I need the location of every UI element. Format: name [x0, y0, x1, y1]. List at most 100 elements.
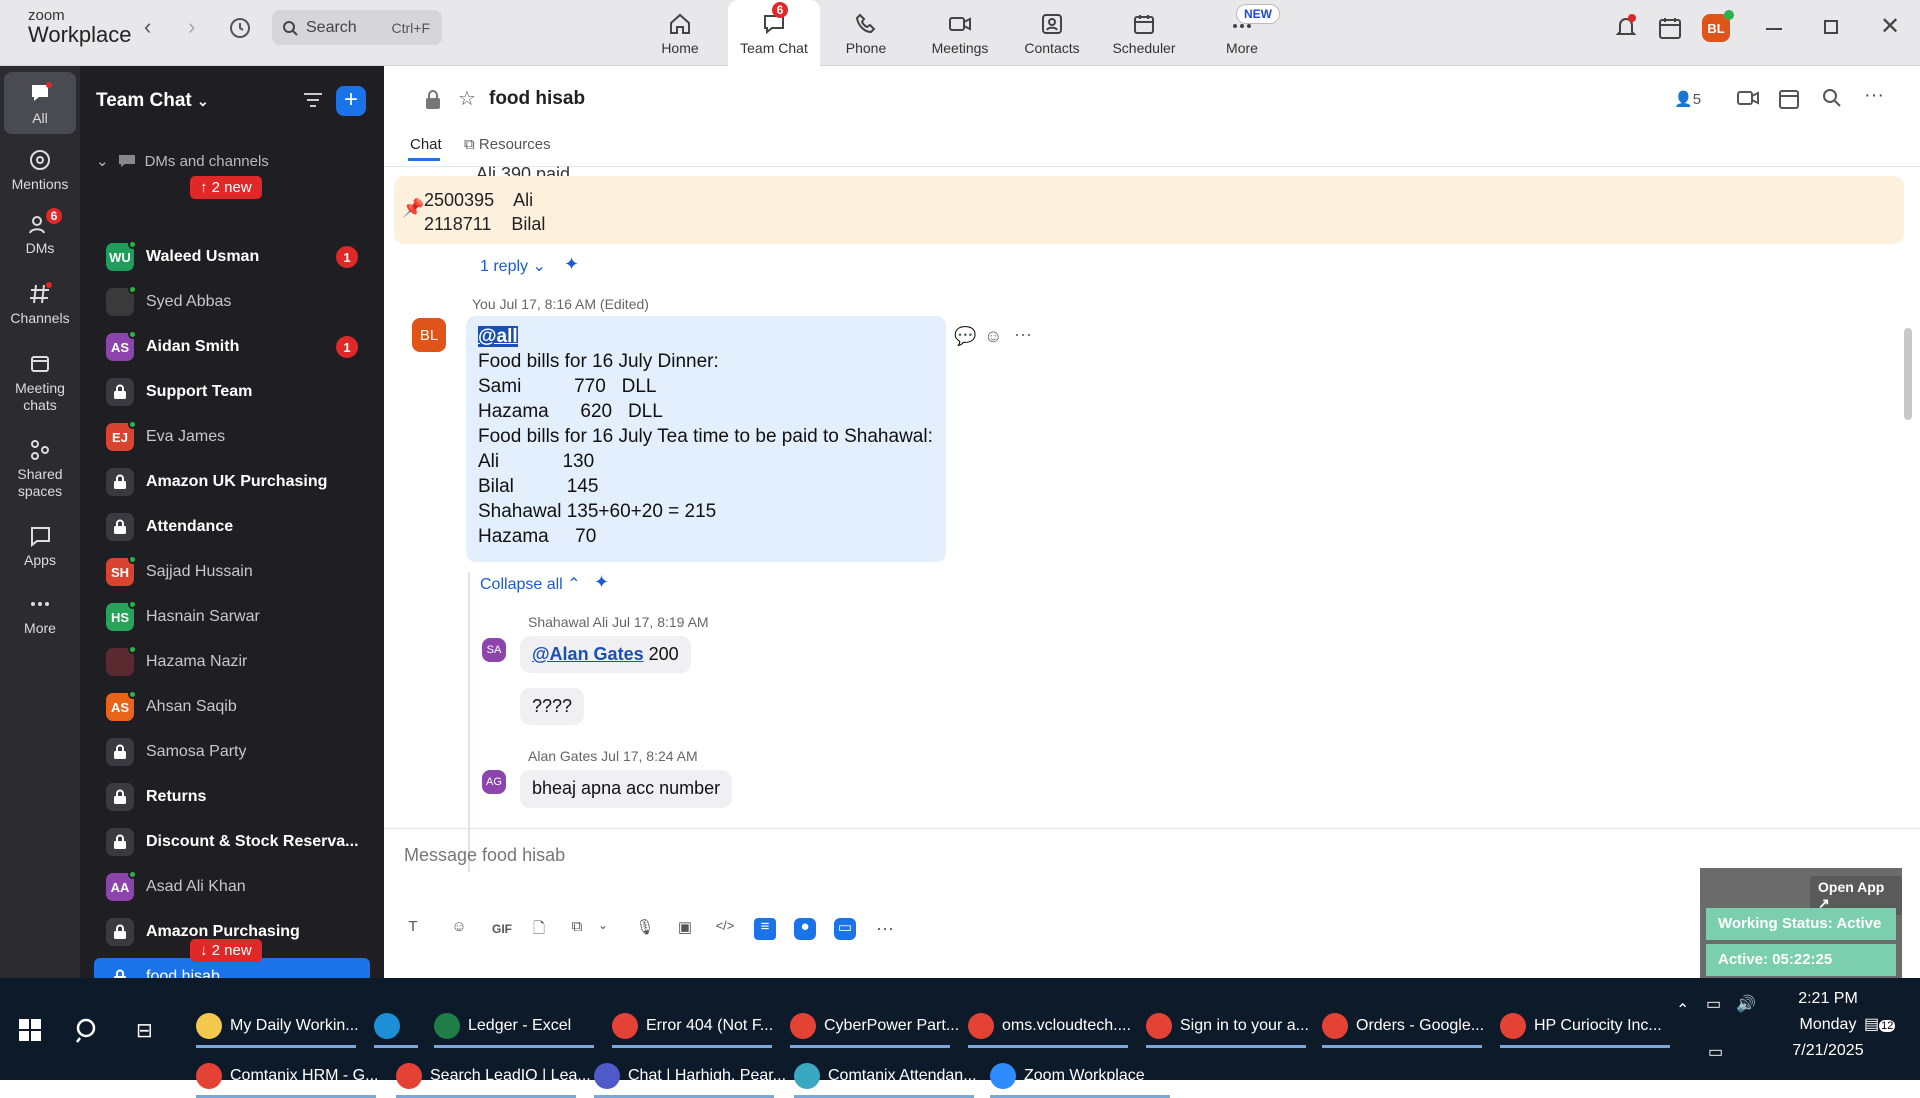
pinned-message[interactable]: 📌 2500395 Ali 2118711 Bilal [394, 176, 1904, 244]
search-input[interactable]: Search Ctrl+F [272, 10, 442, 45]
sidebar-item[interactable]: WU Waleed Usman 1 [94, 238, 370, 276]
sidebar-item[interactable]: AS Ahsan Saqib [94, 688, 370, 726]
rail-apps[interactable]: Apps [4, 524, 76, 568]
taskbar-app[interactable] [374, 1004, 418, 1048]
sidebar-item[interactable]: AS Aidan Smith 1 [94, 328, 370, 366]
forward-arrow-icon[interactable]: › [188, 14, 195, 40]
more-options-icon[interactable]: ··· [1864, 84, 1884, 107]
sidebar-item[interactable]: Discount & Stock Reserva... [94, 823, 370, 861]
sidebar-item[interactable]: Samosa Party [94, 733, 370, 771]
calendar-icon[interactable] [1778, 88, 1800, 115]
new-chat-button[interactable]: + [336, 86, 366, 116]
taskbar-app[interactable]: Comtanix Attendan... [794, 1054, 977, 1098]
star-icon[interactable]: ☆ [458, 86, 476, 111]
tab-team-chat[interactable]: Team Chat 6 [728, 0, 820, 66]
microphone-icon[interactable]: 🎙 [634, 918, 656, 940]
windows-start-icon[interactable] [18, 1018, 42, 1047]
message-more-icon[interactable]: ··· [1014, 324, 1032, 345]
filter-icon[interactable] [302, 90, 324, 115]
video-message-icon[interactable]: ▣ [674, 918, 696, 940]
taskbar-app[interactable]: Error 404 (Not F... [612, 1004, 773, 1048]
tab-contacts[interactable]: Contacts [1006, 0, 1098, 66]
sidebar-item[interactable]: Hazama Nazir [94, 643, 370, 681]
reply-avatar[interactable]: AG [482, 770, 506, 794]
taskbar-app[interactable]: Sign in to your a... [1146, 1004, 1309, 1048]
chevron-down-icon[interactable]: ⌄ [592, 918, 614, 940]
chevron-up-icon[interactable]: ⌃ [1676, 1000, 1689, 1020]
code-icon[interactable]: </> [714, 918, 736, 940]
reply-bubble[interactable]: @Alan Gates 200 [520, 636, 691, 673]
new-messages-down-pill[interactable]: ↓ 2 new [190, 939, 262, 962]
section-header[interactable]: ⌄ DMs and channels [96, 152, 269, 171]
sidebar-item[interactable]: Returns [94, 778, 370, 816]
screenshot-icon[interactable]: ⧉ [566, 918, 588, 940]
sparkle-icon[interactable]: ✦ [564, 254, 579, 275]
rail-mentions[interactable]: Mentions [4, 148, 76, 192]
reply-bubble[interactable]: ???? [520, 688, 585, 725]
rail-meeting-chats[interactable]: Meeting chats [4, 352, 76, 414]
message-avatar[interactable]: BL [412, 318, 446, 352]
app-icon[interactable]: ≡ [754, 918, 776, 940]
taskbar-app[interactable]: HP Curiocity Inc... [1500, 1004, 1670, 1048]
tab-home[interactable]: Home [634, 0, 726, 66]
battery-icon[interactable]: ▭ [1706, 994, 1721, 1014]
close-icon[interactable]: ✕ [1880, 12, 1900, 41]
tab-more[interactable]: More NEW [1196, 0, 1288, 66]
members-button[interactable]: 👤5 [1674, 90, 1701, 108]
taskbar-app[interactable]: Ledger - Excel [434, 1004, 594, 1048]
tab-chat[interactable]: Chat [410, 136, 442, 153]
rail-shared-spaces[interactable]: Shared spaces [4, 438, 76, 500]
tab-phone[interactable]: Phone [820, 0, 912, 66]
sidebar-item[interactable]: AA Asad Ali Khan [94, 868, 370, 906]
rail-dms[interactable]: DMs 6 [4, 208, 76, 256]
tab-meetings[interactable]: Meetings [914, 0, 1006, 66]
emoji-icon[interactable]: ☺ [448, 918, 470, 940]
rail-all[interactable]: All [4, 72, 76, 134]
task-view-icon[interactable]: ⊟ [136, 1018, 153, 1043]
working-status-button[interactable]: Working Status: Active [1706, 908, 1896, 940]
sidebar-item[interactable]: Support Team [94, 373, 370, 411]
more-tools-icon[interactable]: ··· [874, 918, 896, 940]
sidebar-item[interactable]: Amazon UK Purchasing [94, 463, 370, 501]
text-format-icon[interactable]: T [402, 918, 424, 940]
app-icon[interactable]: ● [794, 918, 816, 940]
mention-all[interactable]: @all [478, 326, 518, 347]
taskbar-app[interactable]: oms.vcloudtech.... [968, 1004, 1131, 1048]
reply-avatar[interactable]: SA [482, 638, 506, 662]
history-icon[interactable] [228, 16, 252, 46]
gif-icon[interactable]: GIF [488, 918, 516, 940]
file-icon[interactable]: 🗋 [528, 918, 550, 940]
bell-icon[interactable] [1614, 14, 1638, 45]
message-input[interactable]: Message food hisab [404, 845, 565, 866]
taskbar-app[interactable]: Comtanix HRM - G... [196, 1054, 378, 1098]
network-icon[interactable]: ▭ [1708, 1042, 1723, 1062]
new-messages-up-pill[interactable]: ↑ 2 new [190, 176, 262, 199]
taskbar-app[interactable]: Zoom Workplace [990, 1054, 1170, 1098]
emoji-reaction-icon[interactable]: ☺ [984, 326, 1002, 347]
message-bubble[interactable]: @all Food bills for 16 July Dinner: Sami… [466, 316, 946, 562]
taskbar-app[interactable]: Search LeadIQ | Lea... [396, 1054, 591, 1098]
sparkle-icon[interactable]: ✦ [594, 572, 609, 593]
taskbar-app[interactable]: My Daily Workin... [196, 1004, 359, 1048]
sidebar-item[interactable]: HS Hasnain Sarwar [94, 598, 370, 636]
rail-more[interactable]: More [4, 592, 76, 636]
reply-thread-link[interactable]: 1 reply ⌄ [480, 256, 546, 276]
tab-resources[interactable]: ⧉ Resources [464, 136, 551, 153]
app-icon[interactable]: ▭ [834, 918, 856, 940]
tab-scheduler[interactable]: Scheduler [1098, 0, 1190, 66]
sidebar-item[interactable]: SH Sajjad Hussain [94, 553, 370, 591]
rail-channels[interactable]: Channels [4, 282, 76, 326]
notification-icon[interactable]: ▤ 12 [1864, 1014, 1896, 1034]
scrollbar-thumb[interactable] [1904, 328, 1912, 420]
back-arrow-icon[interactable]: ‹ [144, 14, 151, 40]
reply-icon[interactable]: 💬 [954, 326, 976, 347]
volume-icon[interactable]: 🔊 [1736, 994, 1756, 1014]
mention-user[interactable]: @Alan Gates [532, 644, 644, 664]
taskbar-app[interactable]: Chat | Harhigh, Pear... [594, 1054, 786, 1098]
reply-bubble[interactable]: bheaj apna acc number [520, 770, 733, 808]
calendar-icon[interactable] [1658, 16, 1682, 45]
search-icon[interactable] [1822, 88, 1842, 113]
video-icon[interactable] [1736, 88, 1760, 113]
sidebar-item[interactable]: EJ Eva James [94, 418, 370, 456]
restore-icon[interactable] [1824, 20, 1838, 34]
